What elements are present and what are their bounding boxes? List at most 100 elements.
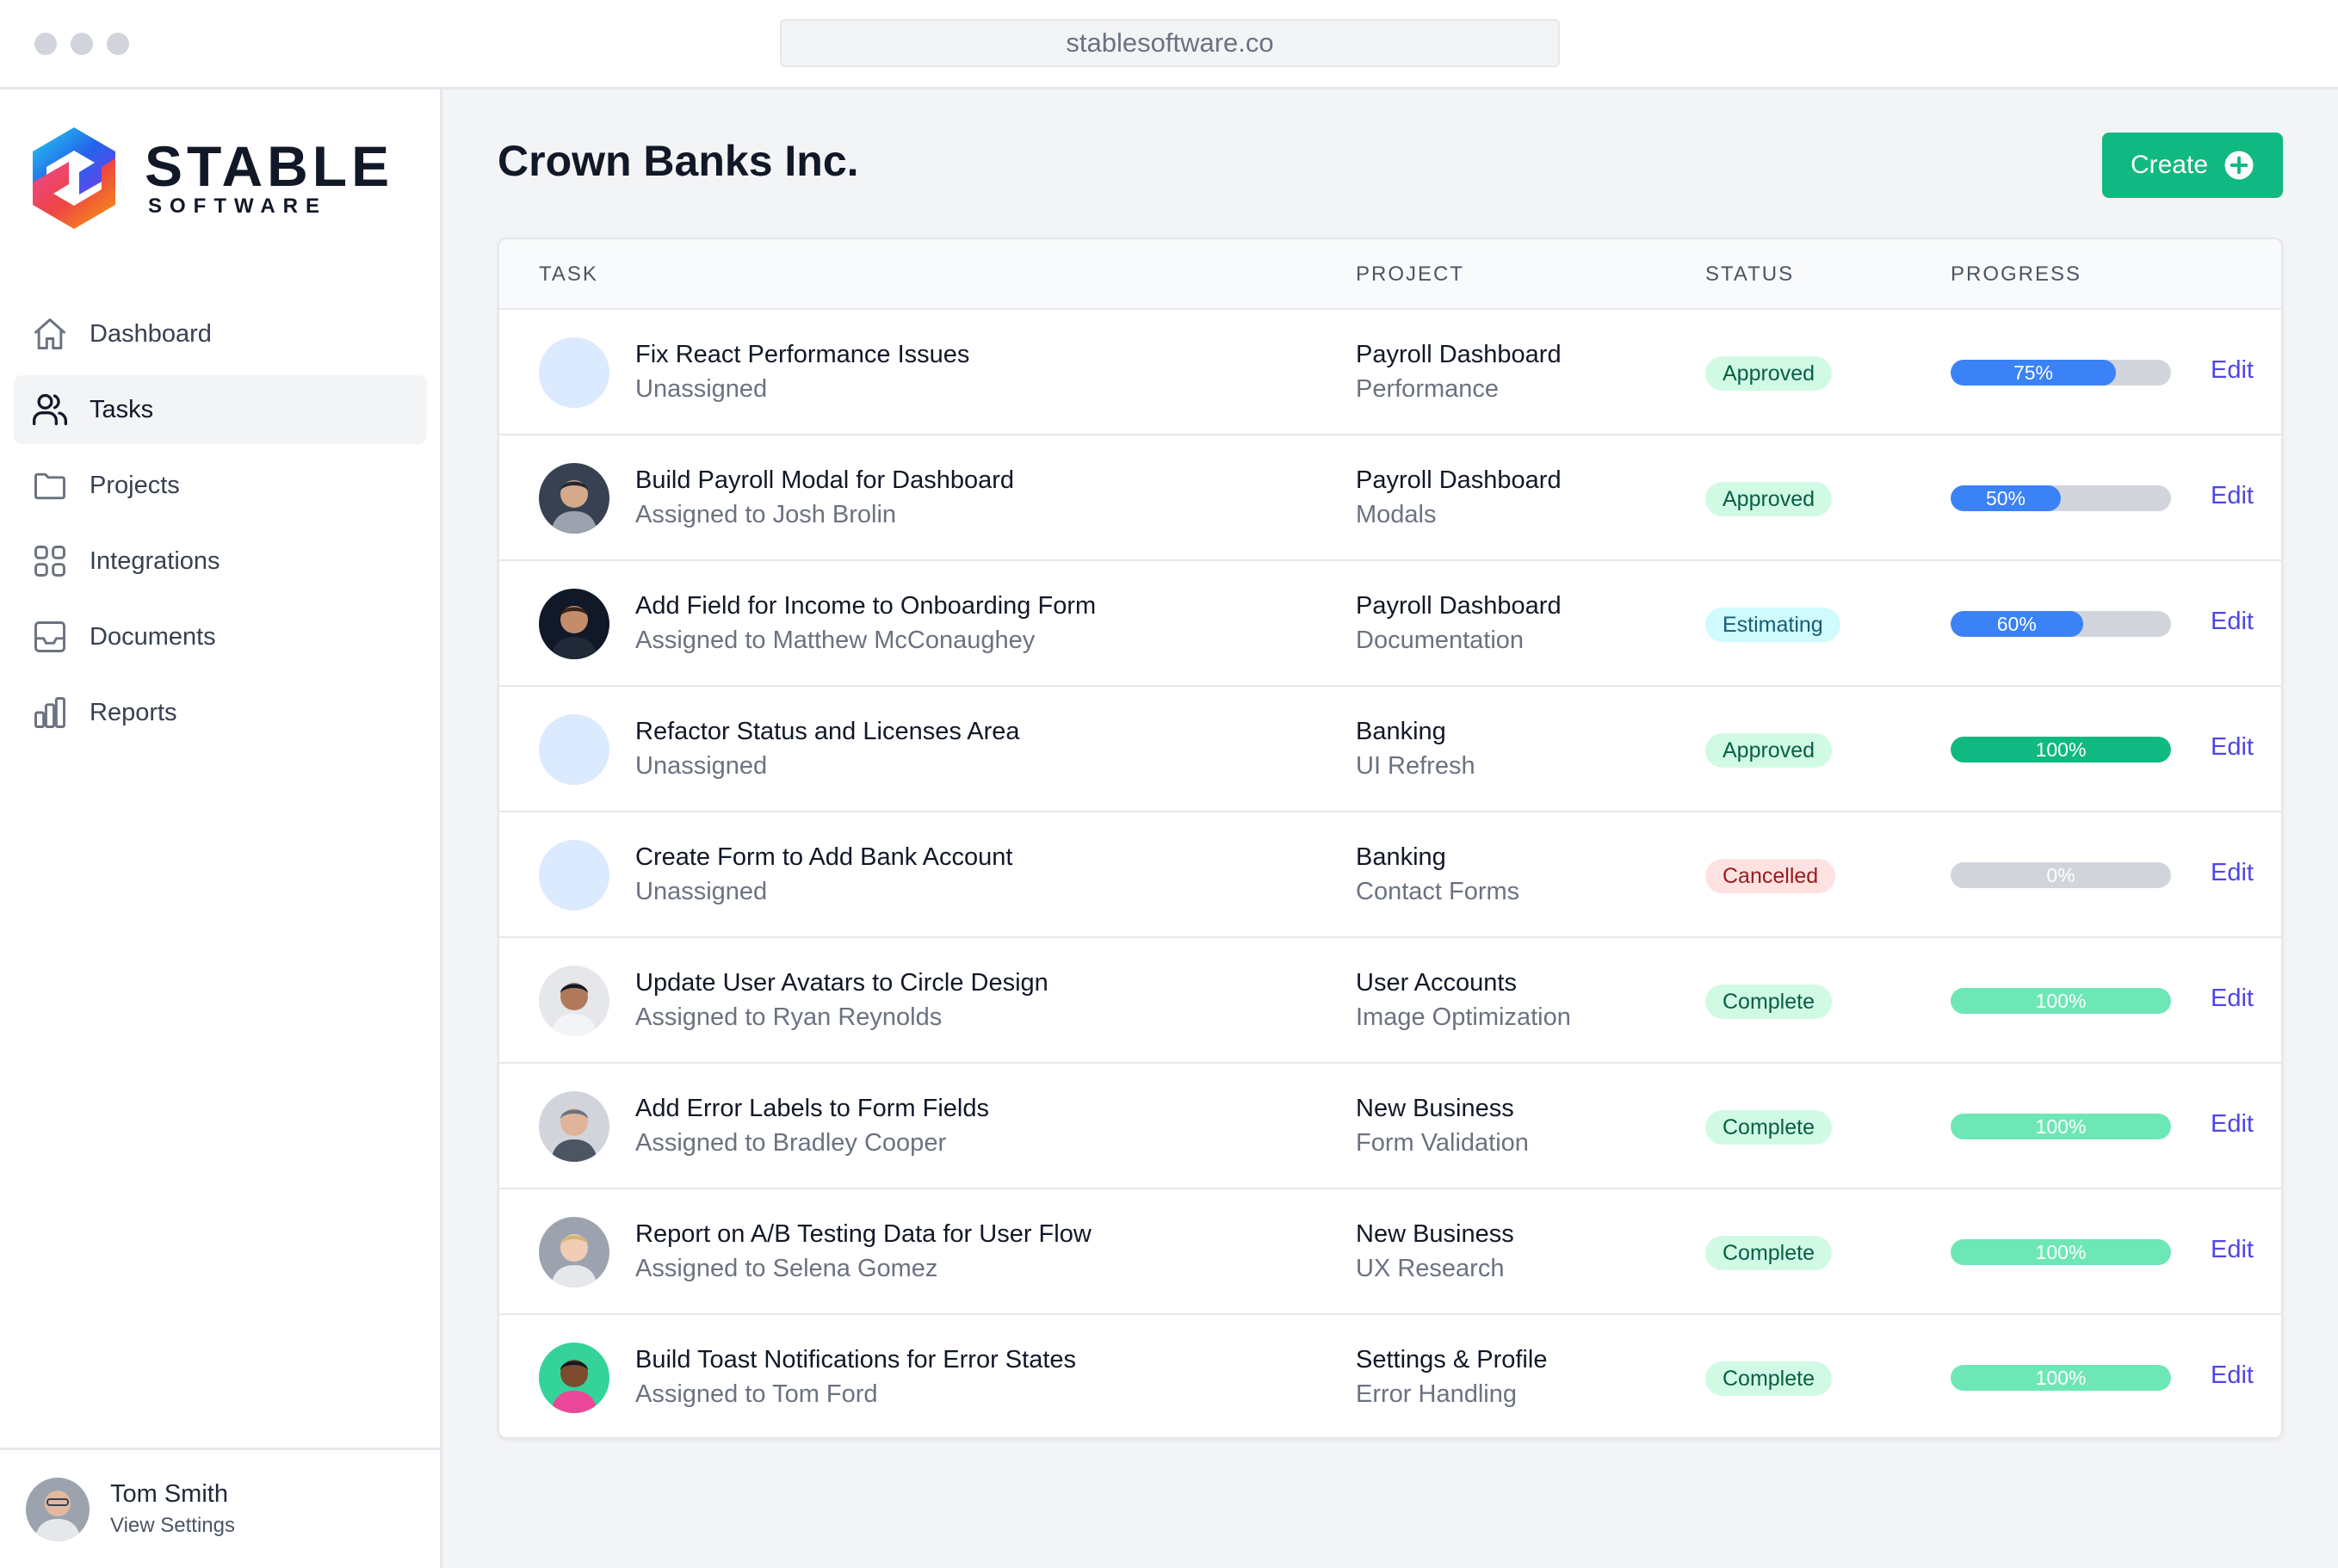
- avatar-placeholder: [539, 840, 609, 911]
- task-assignee: Assigned to Tom Ford: [635, 1380, 878, 1408]
- task-cell: Build Toast Notifications for Error Stat…: [635, 1344, 1076, 1410]
- column-header-task[interactable]: TASK: [539, 262, 598, 287]
- table-row: Create Form to Add Bank Account Unassign…: [499, 812, 2281, 938]
- status-badge: Complete: [1705, 1110, 1832, 1145]
- sidebar-item-reports[interactable]: Reports: [14, 678, 427, 747]
- create-button[interactable]: Create: [2102, 133, 2283, 198]
- avatar: [539, 463, 609, 534]
- progress-fill: 100%: [1951, 988, 2171, 1014]
- edit-link[interactable]: Edit: [2211, 985, 2254, 1013]
- progress-bar: 100%: [1951, 737, 2171, 762]
- view-settings-link[interactable]: View Settings: [110, 1514, 235, 1538]
- status-badge: Complete: [1705, 1361, 1832, 1396]
- task-assignee: Assigned to Bradley Cooper: [635, 1129, 947, 1157]
- progress-fill: 75%: [1951, 360, 2116, 386]
- column-header-status[interactable]: STATUS: [1705, 262, 1794, 287]
- project-name: Settings & Profile: [1356, 1346, 1548, 1374]
- project-cell: New Business Form Validation: [1356, 1093, 1529, 1158]
- table-row: Report on A/B Testing Data for User Flow…: [499, 1189, 2281, 1315]
- task-cell: Add Error Labels to Form Fields Assigned…: [635, 1093, 989, 1158]
- task-title: Build Toast Notifications for Error Stat…: [635, 1346, 1077, 1374]
- project-name: Payroll Dashboard: [1356, 341, 1562, 368]
- sidebar-item-projects[interactable]: Projects: [14, 451, 427, 520]
- progress-bar: 0%: [1951, 862, 2171, 888]
- page-title: Crown Banks Inc.: [498, 137, 859, 185]
- url-bar[interactable]: stablesoftware.co: [780, 19, 1560, 67]
- avatar-placeholder: [539, 714, 609, 785]
- project-cell: Banking Contact Forms: [1356, 842, 1519, 907]
- avatar: [26, 1477, 90, 1541]
- inbox-icon: [34, 621, 65, 652]
- progress-fill: 100%: [1951, 1239, 2171, 1265]
- home-icon: [34, 318, 65, 349]
- url-text: stablesoftware.co: [1066, 28, 1274, 58]
- task-assignee: Assigned to Ryan Reynolds: [635, 1003, 943, 1031]
- project-name: Banking: [1356, 843, 1446, 871]
- project-area: Performance: [1356, 375, 1500, 403]
- avatar: [539, 966, 609, 1036]
- status-badge: Estimating: [1705, 608, 1840, 642]
- sidebar-item-dashboard[interactable]: Dashboard: [14, 299, 427, 368]
- progress-bar: 100%: [1951, 1114, 2171, 1139]
- edit-link[interactable]: Edit: [2211, 1361, 2254, 1390]
- project-name: Banking: [1356, 718, 1446, 745]
- project-name: New Business: [1356, 1220, 1514, 1248]
- task-cell: Add Field for Income to Onboarding Form …: [635, 590, 1096, 656]
- task-cell: Update User Avatars to Circle Design Ass…: [635, 967, 1048, 1033]
- status-badge: Approved: [1705, 733, 1833, 768]
- project-area: Contact Forms: [1356, 878, 1520, 905]
- browser-chrome: stablesoftware.co: [0, 0, 2338, 90]
- sidebar-item-label: Documents: [90, 622, 216, 651]
- column-header-progress[interactable]: PROGRESS: [1951, 262, 2081, 287]
- user-profile[interactable]: Tom Smith View Settings: [0, 1448, 440, 1568]
- project-area: Modals: [1356, 501, 1437, 528]
- maximize-window-dot[interactable]: [107, 33, 129, 55]
- sidebar-item-label: Projects: [90, 471, 180, 499]
- project-name: User Accounts: [1356, 969, 1517, 997]
- edit-link[interactable]: Edit: [2211, 1110, 2254, 1139]
- edit-link[interactable]: Edit: [2211, 482, 2254, 510]
- task-title: Fix React Performance Issues: [635, 341, 970, 368]
- task-title: Create Form to Add Bank Account: [635, 843, 1013, 871]
- progress-fill: 100%: [1951, 737, 2171, 762]
- project-area: UX Research: [1356, 1255, 1505, 1282]
- users-icon: [33, 393, 67, 426]
- progress-fill: 100%: [1951, 1114, 2171, 1139]
- task-assignee: Unassigned: [635, 878, 768, 905]
- close-window-dot[interactable]: [34, 33, 57, 55]
- sidebar-item-documents[interactable]: Documents: [14, 602, 427, 671]
- edit-link[interactable]: Edit: [2211, 733, 2254, 762]
- project-cell: New Business UX Research: [1356, 1219, 1514, 1284]
- project-area: Documentation: [1356, 627, 1525, 654]
- project-area: Image Optimization: [1356, 1003, 1571, 1031]
- edit-link[interactable]: Edit: [2211, 859, 2254, 887]
- task-cell: Fix React Performance Issues Unassigned: [635, 339, 969, 404]
- task-cell: Report on A/B Testing Data for User Flow…: [635, 1219, 1092, 1284]
- edit-link[interactable]: Edit: [2211, 1236, 2254, 1264]
- task-title: Update User Avatars to Circle Design: [635, 969, 1048, 997]
- column-header-project[interactable]: PROJECT: [1356, 262, 1464, 287]
- chart-bar-icon: [34, 697, 65, 728]
- project-cell: Settings & Profile Error Handling: [1356, 1344, 1547, 1410]
- progress-bar: 60%: [1951, 611, 2171, 637]
- status-badge: Approved: [1705, 482, 1833, 516]
- task-title: Add Error Labels to Form Fields: [635, 1095, 989, 1122]
- minimize-window-dot[interactable]: [71, 33, 93, 55]
- user-name: Tom Smith: [110, 1480, 228, 1508]
- tasks-table: TASK PROJECT STATUS PROGRESS Fix React P…: [498, 238, 2283, 1439]
- brand-logo[interactable]: STABLE SOFTWARE: [26, 124, 393, 232]
- task-title: Report on A/B Testing Data for User Flow: [635, 1220, 1092, 1248]
- progress-fill: 60%: [1951, 611, 2083, 637]
- edit-link[interactable]: Edit: [2211, 356, 2254, 385]
- sidebar-item-tasks[interactable]: Tasks: [14, 375, 427, 444]
- avatar-placeholder: [539, 337, 609, 408]
- project-cell: Payroll Dashboard Modals: [1356, 465, 1562, 530]
- project-cell: Banking UI Refresh: [1356, 716, 1475, 781]
- sidebar-item-integrations[interactable]: Integrations: [14, 527, 427, 596]
- logo-wordmark: STABLE: [145, 134, 394, 198]
- table-row: Build Toast Notifications for Error Stat…: [499, 1315, 2281, 1437]
- edit-link[interactable]: Edit: [2211, 608, 2254, 636]
- avatar: [539, 1343, 609, 1413]
- sidebar-nav: Dashboard Tasks Projects Integrations Do…: [14, 299, 427, 754]
- table-row: Build Payroll Modal for Dashboard Assign…: [499, 435, 2281, 561]
